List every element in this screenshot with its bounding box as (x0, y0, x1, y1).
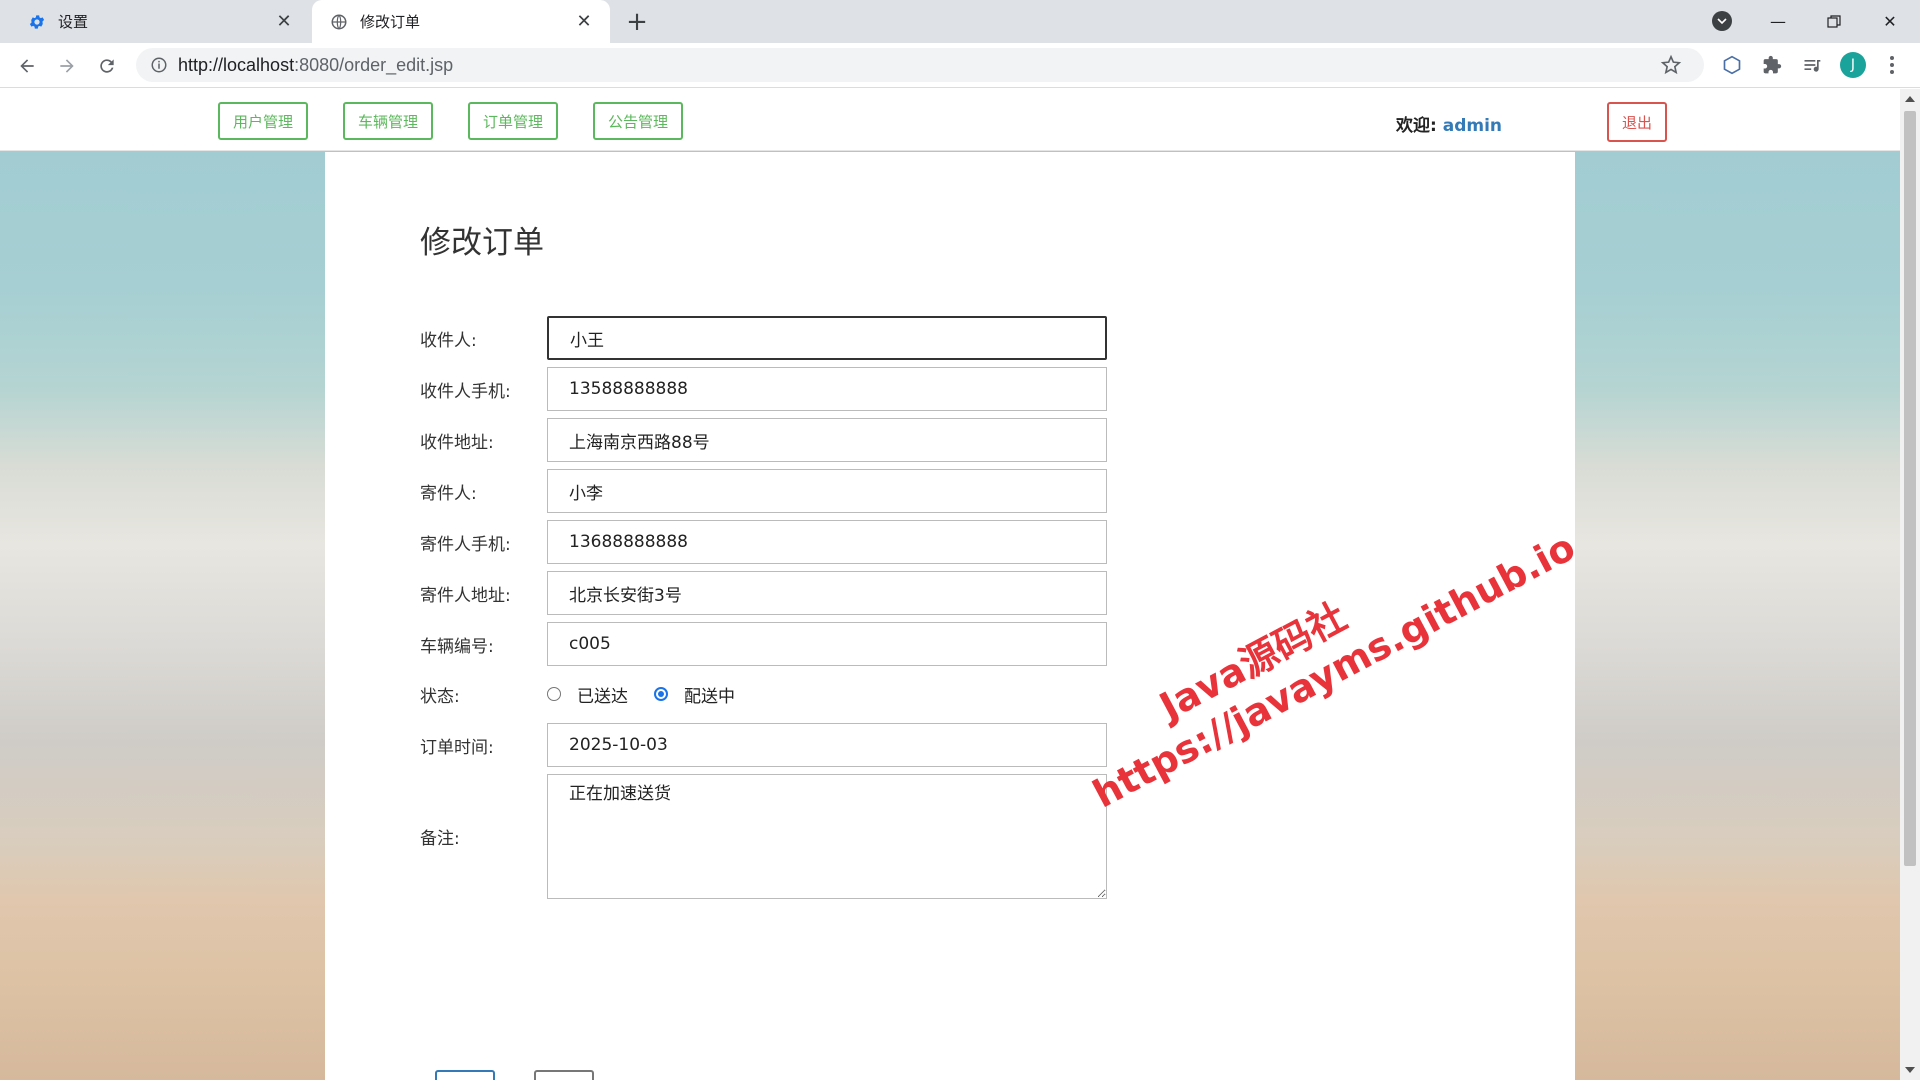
scroll-down-icon[interactable] (1905, 1067, 1915, 1073)
tab-order-edit[interactable]: 修改订单 ✕ (312, 0, 610, 43)
page-viewport: 用户管理 车辆管理 订单管理 公告管理 欢迎: admin 退出 修改订单 收件… (0, 89, 1900, 1080)
remark-label: 备注: (420, 829, 460, 849)
browser-toolbar: http://localhost:8080/order_edit.jsp J (0, 43, 1920, 88)
status-radio-delivered[interactable] (547, 687, 561, 701)
status-radio-group: 已送达 配送中 (547, 682, 761, 707)
forward-icon[interactable] (52, 51, 82, 81)
page-scrollbar[interactable] (1900, 89, 1920, 1080)
nav-vehicle-management[interactable]: 车辆管理 (343, 102, 433, 140)
bookmark-star-icon[interactable] (1660, 54, 1682, 76)
info-icon[interactable] (150, 56, 168, 74)
close-icon[interactable]: ✕ (572, 10, 596, 34)
close-icon[interactable]: ✕ (272, 10, 296, 34)
logout-button[interactable]: 退出 (1607, 102, 1667, 142)
page-title: 修改订单 (420, 225, 544, 261)
nav-notice-management[interactable]: 公告管理 (593, 102, 683, 140)
profile-avatar[interactable]: J (1840, 52, 1866, 78)
receiver-address-label: 收件地址: (420, 432, 494, 453)
form-row-sender: 寄件人: (420, 469, 1107, 513)
vehicle-no-label: 车辆编号: (420, 636, 494, 657)
gear-icon (28, 13, 46, 31)
sender-phone-label: 寄件人手机: (420, 534, 511, 555)
form-row-order-time: 订单时间: (420, 723, 1107, 767)
browser-tab-bar: 设置 ✕ 修改订单 ✕ + — ✕ (0, 0, 1920, 43)
window-close-icon[interactable]: ✕ (1862, 0, 1918, 43)
address-bar[interactable]: http://localhost:8080/order_edit.jsp (136, 48, 1704, 82)
receiver-label: 收件人: (420, 330, 477, 351)
vehicle-no-input[interactable] (547, 622, 1107, 666)
receiver-input[interactable] (547, 316, 1107, 360)
form-row-receiver: 收件人: (420, 316, 1107, 360)
receiver-phone-input[interactable] (547, 367, 1107, 411)
remark-textarea[interactable]: 正在加速送货 (547, 774, 1107, 899)
form-row-receiver-address: 收件地址: (420, 418, 1107, 462)
welcome-label: 欢迎: (1396, 116, 1437, 136)
restore-icon[interactable] (1806, 0, 1862, 43)
welcome-text: 欢迎: admin (1396, 111, 1502, 136)
top-navigation: 用户管理 车辆管理 订单管理 公告管理 欢迎: admin 退出 (0, 89, 1900, 151)
receiver-address-input[interactable] (547, 418, 1107, 462)
form-row-vehicle-no: 车辆编号: (420, 622, 1107, 666)
globe-icon (330, 13, 348, 31)
form-row-remark: 备注: 正在加速送货 (420, 774, 1107, 899)
url-text: http://localhost:8080/order_edit.jsp (178, 54, 454, 75)
order-time-label: 订单时间: (420, 737, 494, 758)
scrollbar-thumb[interactable] (1904, 111, 1916, 866)
status-radio-delivering[interactable] (654, 687, 668, 701)
sender-label: 寄件人: (420, 483, 477, 504)
status-label: 状态: (420, 686, 460, 707)
back-icon[interactable] (12, 51, 42, 81)
order-time-input[interactable] (547, 723, 1107, 767)
submit-button[interactable]: 提交 (435, 1070, 495, 1080)
sender-address-label: 寄件人地址: (420, 585, 511, 606)
cancel-button[interactable]: 取消 (534, 1070, 594, 1080)
edit-order-panel: 修改订单 收件人: 收件人手机: 收件地址: 寄件人: 寄件人手机: 寄件人地址… (325, 152, 1575, 1080)
nav-user-management[interactable]: 用户管理 (218, 102, 308, 140)
form-row-sender-address: 寄件人地址: (420, 571, 1107, 615)
tab-search-icon[interactable] (1712, 11, 1732, 31)
status-option-delivering[interactable]: 配送中 (684, 682, 735, 707)
sender-input[interactable] (547, 469, 1107, 513)
media-queue-icon[interactable] (1798, 51, 1826, 79)
extensions-puzzle-icon[interactable] (1758, 51, 1786, 79)
tab-settings[interactable]: 设置 ✕ (10, 0, 310, 43)
form-row-receiver-phone: 收件人手机: (420, 367, 1107, 411)
tab-title: 设置 (58, 13, 89, 31)
new-tab-icon[interactable]: + (622, 7, 652, 37)
more-menu-icon[interactable] (1878, 51, 1906, 79)
reload-icon[interactable] (92, 51, 122, 81)
extension-hexagon-icon[interactable] (1718, 51, 1746, 79)
tab-title: 修改订单 (360, 13, 421, 31)
sender-address-input[interactable] (547, 571, 1107, 615)
sender-phone-input[interactable] (547, 520, 1107, 564)
username: admin (1442, 116, 1503, 136)
minimize-icon[interactable]: — (1750, 0, 1806, 43)
status-option-delivered[interactable]: 已送达 (577, 682, 628, 707)
nav-order-management[interactable]: 订单管理 (468, 102, 558, 140)
scroll-up-icon[interactable] (1905, 96, 1915, 102)
receiver-phone-label: 收件人手机: (420, 381, 511, 402)
form-row-sender-phone: 寄件人手机: (420, 520, 1107, 564)
form-row-status: 状态: 已送达 配送中 (420, 672, 761, 716)
